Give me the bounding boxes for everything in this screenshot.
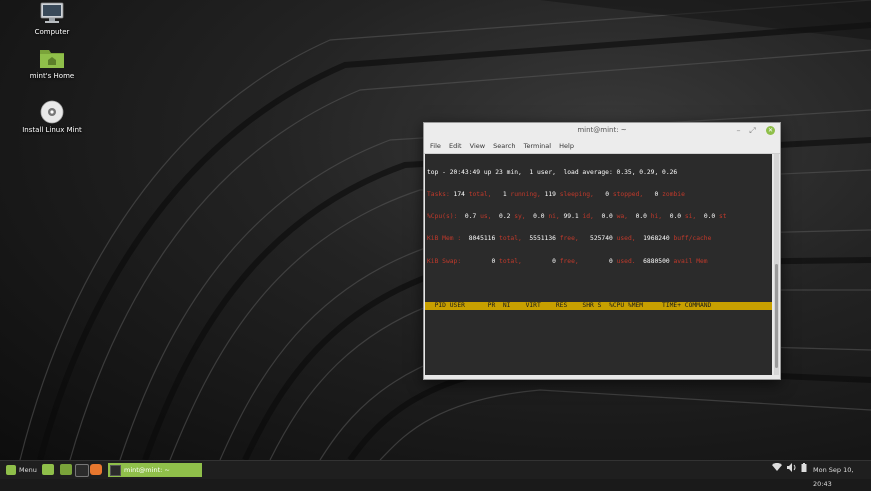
battery-icon[interactable] <box>801 463 807 477</box>
clock[interactable]: Mon Sep 10, 20:43 <box>813 463 871 488</box>
show-desktop-icon[interactable] <box>42 464 54 475</box>
window-titlebar[interactable]: mint@mint: ~ – ⤢ ✕ <box>424 123 780 139</box>
top-swap-line: KiB Swap: 0 total, 0 free, 0 used. 68805… <box>427 257 708 265</box>
window-menubar: File Edit View Search Terminal Help <box>424 139 780 154</box>
top-cpu-line: %Cpu(s): 0.7 us, 0.2 sy, 0.0 ni, 99.1 id… <box>427 213 727 221</box>
terminal-output[interactable]: top - 20:43:49 up 23 min, 1 user, load a… <box>425 154 772 375</box>
desktop-icon-home[interactable]: mint's Home <box>7 46 97 80</box>
terminal-icon <box>110 464 121 476</box>
computer-icon <box>38 2 66 26</box>
close-icon[interactable]: ✕ <box>766 126 775 135</box>
menu-search[interactable]: Search <box>493 142 515 150</box>
taskbar-window-terminal[interactable]: mint@mint: ~ <box>108 463 202 477</box>
terminal-window[interactable]: mint@mint: ~ – ⤢ ✕ File Edit View Search… <box>423 122 781 380</box>
desktop-icon-label: Install Linux Mint <box>22 126 82 134</box>
files-icon[interactable] <box>60 464 72 475</box>
network-icon[interactable] <box>772 462 782 477</box>
menu-view[interactable]: View <box>470 142 485 150</box>
menu-edit[interactable]: Edit <box>449 142 462 150</box>
volume-icon[interactable] <box>787 463 797 477</box>
minimize-icon[interactable]: – <box>734 126 743 135</box>
maximize-icon[interactable]: ⤢ <box>748 126 757 135</box>
taskbar: Menu mint@mint: ~ Mon Sep 10, 20:43 <box>0 460 871 488</box>
top-mem-line: KiB Mem : 8045116 total, 5551136 free, 5… <box>427 235 712 243</box>
menu-help[interactable]: Help <box>559 142 574 150</box>
home-folder-icon <box>38 46 66 70</box>
desktop-icon-install[interactable]: Install Linux Mint <box>7 100 97 134</box>
desktop-icon-label: mint's Home <box>29 72 75 80</box>
firefox-icon[interactable] <box>90 464 102 475</box>
terminal-launcher-icon[interactable] <box>75 464 89 477</box>
scrollbar-thumb[interactable] <box>775 264 778 368</box>
process-table-header: PID USER PR NI VIRT RES SHR S %CPU %MEM … <box>425 302 772 310</box>
top-tasks-line: Tasks: 174 total, 1 running, 119 sleepin… <box>427 191 685 199</box>
window-title: mint@mint: ~ <box>577 126 627 134</box>
terminal-scrollbar[interactable] <box>774 154 779 375</box>
menu-label: Menu <box>19 466 37 474</box>
top-summary-line: top - 20:43:49 up 23 min, 1 user, load a… <box>427 168 678 176</box>
mint-logo-icon <box>6 465 16 475</box>
menu-terminal[interactable]: Terminal <box>524 142 551 150</box>
taskbar-window-label: mint@mint: ~ <box>124 466 170 474</box>
desktop-icon-computer[interactable]: Computer <box>7 2 97 36</box>
desktop-icon-label: Computer <box>34 28 70 36</box>
menu-button[interactable]: Menu <box>6 463 44 477</box>
menu-file[interactable]: File <box>430 142 441 150</box>
disc-icon <box>38 100 66 124</box>
